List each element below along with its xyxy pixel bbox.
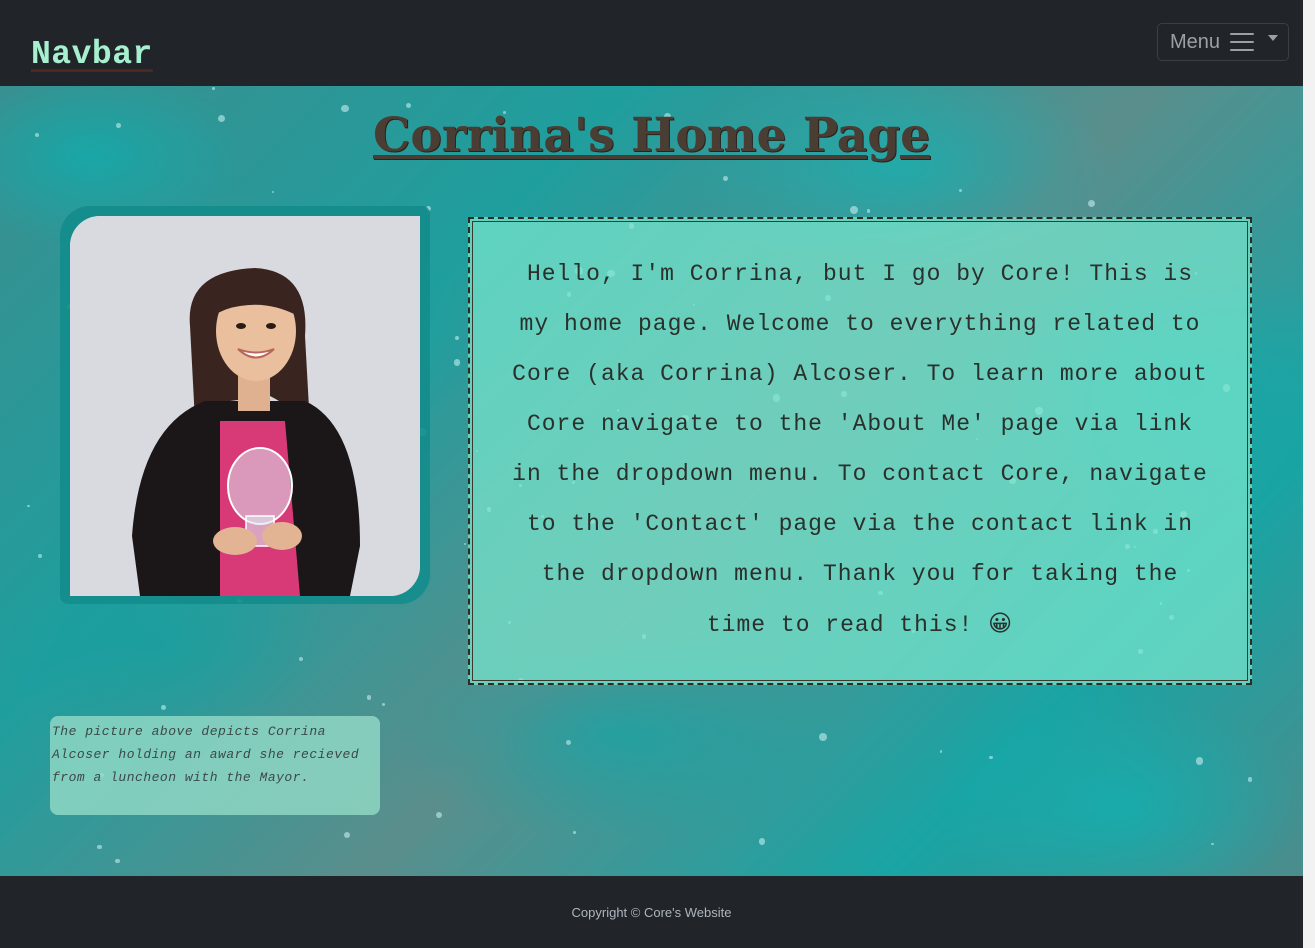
menu-label: Menu: [1170, 30, 1221, 53]
navbar-brand[interactable]: Navbar: [31, 36, 153, 73]
background-speckle: [566, 739, 572, 745]
caret-down-icon: [1268, 35, 1279, 41]
background-speckle: [1211, 842, 1214, 845]
background-speckle: [819, 733, 828, 741]
background-speckle: [849, 206, 858, 215]
background-speckle: [271, 190, 275, 194]
intro-text: Hello, I'm Corrina, but I go by Core! Th…: [512, 261, 1208, 638]
background-speckle: [115, 858, 120, 864]
background-speckle: [453, 359, 461, 366]
page-title: Corrina's Home Page: [372, 108, 931, 163]
photo-caption: The picture above depicts Corrina Alcose…: [50, 716, 380, 815]
scrollbar[interactable]: [1303, 0, 1315, 948]
background-speckle: [988, 755, 993, 760]
background-speckle: [1195, 757, 1204, 765]
background-speckle: [1247, 777, 1253, 782]
menu-dropdown-button[interactable]: Menu: [1157, 23, 1289, 61]
hamburger-icon: [1230, 33, 1255, 51]
background-speckle: [573, 831, 576, 835]
navbar: Navbar Menu: [0, 0, 1303, 86]
background-speckle: [958, 188, 962, 193]
grinning-face-emoji: 😀: [988, 611, 1014, 637]
main-content: Corrina's Home Page The picture above de…: [0, 86, 1303, 876]
footer: Copyright © Core's Website: [0, 876, 1303, 948]
background-speckle: [344, 832, 351, 839]
intro-text-box: Hello, I'm Corrina, but I go by Core! Th…: [468, 217, 1252, 685]
footer-copyright: Copyright © Core's Website: [571, 904, 732, 920]
background-speckle: [1087, 199, 1095, 207]
background-speckle: [27, 504, 30, 508]
background-speckle: [161, 704, 167, 710]
background-speckle: [298, 657, 304, 662]
background-speckle: [464, 542, 467, 545]
background-speckle: [212, 86, 216, 90]
background-speckle: [454, 336, 459, 340]
background-speckle: [435, 811, 443, 819]
background-speckle: [939, 749, 943, 753]
background-speckle: [38, 554, 42, 559]
background-speckle: [97, 844, 102, 850]
background-speckle: [723, 176, 729, 181]
profile-photo: [70, 216, 420, 596]
background-speckle: [366, 695, 372, 700]
background-speckle: [866, 209, 871, 213]
background-speckle: [381, 702, 386, 706]
background-speckle: [758, 838, 766, 845]
